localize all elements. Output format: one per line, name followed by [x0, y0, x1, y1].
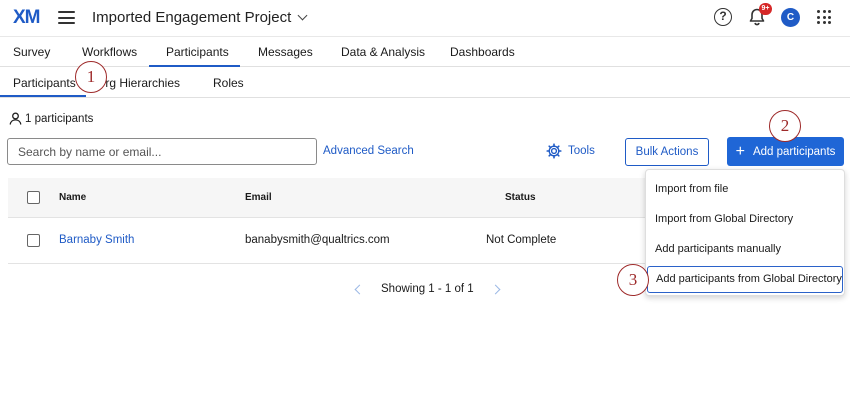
menu-item-import-from-file[interactable]: Import from file [646, 174, 844, 204]
search-input[interactable] [7, 138, 317, 165]
person-icon [9, 112, 22, 125]
tools-button[interactable]: Tools [546, 143, 595, 159]
subtab-org-hierarchies[interactable]: Org Hierarchies [96, 76, 180, 90]
advanced-search-link[interactable]: Advanced Search [323, 145, 414, 157]
project-selector[interactable]: Imported Engagement Project [92, 9, 308, 26]
participant-status: Not Complete [486, 234, 557, 246]
plus-icon: + [735, 142, 745, 160]
subtab-roles[interactable]: Roles [213, 76, 244, 90]
row-checkbox[interactable] [27, 234, 40, 247]
chevron-down-icon [297, 10, 308, 21]
bulk-actions-button[interactable]: Bulk Actions [625, 138, 709, 166]
active-subtab-indicator [0, 95, 86, 97]
tools-label: Tools [568, 145, 595, 157]
pagination: Showing 1 - 1 of 1 [354, 283, 501, 295]
pagination-text: Showing 1 - 1 of 1 [381, 283, 474, 295]
menu-icon[interactable] [58, 11, 75, 24]
callout-step-1: 1 [75, 61, 107, 93]
menu-item-import-from-global-directory[interactable]: Import from Global Directory [646, 204, 844, 234]
gear-icon [546, 143, 562, 159]
notification-badge: 9+ [759, 3, 772, 15]
participant-email: banabysmith@qualtrics.com [245, 234, 390, 246]
subtab-participants[interactable]: Participants [13, 76, 76, 90]
tab-participants[interactable]: Participants [166, 45, 229, 59]
callout-step-3: 3 [617, 264, 649, 296]
sub-tabs: Participants Org Hierarchies Roles [0, 67, 850, 98]
apps-grid-icon[interactable] [817, 10, 831, 24]
participant-name-link[interactable]: Barnaby Smith [59, 234, 134, 246]
avatar[interactable]: C [781, 8, 800, 27]
add-participants-menu: Import from file Import from Global Dire… [645, 169, 845, 296]
help-icon[interactable]: ? [714, 8, 732, 26]
select-all-checkbox[interactable] [27, 191, 40, 204]
tab-survey[interactable]: Survey [13, 45, 50, 59]
callout-step-2: 2 [769, 110, 801, 142]
participants-count-label: 1 participants [25, 112, 94, 125]
column-header-status[interactable]: Status [505, 192, 536, 203]
previous-page-icon[interactable] [354, 284, 365, 294]
add-participants-label: Add participants [752, 145, 836, 158]
menu-item-add-participants-manually[interactable]: Add participants manually [646, 234, 844, 264]
tab-data-analysis[interactable]: Data & Analysis [341, 45, 425, 59]
tab-messages[interactable]: Messages [258, 45, 313, 59]
tab-dashboards[interactable]: Dashboards [450, 45, 515, 59]
xm-logo: XM [13, 7, 40, 28]
next-page-icon[interactable] [490, 284, 501, 294]
column-header-email[interactable]: Email [245, 192, 272, 203]
column-header-name[interactable]: Name [59, 192, 86, 203]
participants-count: 1 participants [9, 112, 93, 125]
main-tabs: Survey Workflows Participants Messages D… [0, 36, 850, 67]
tab-workflows[interactable]: Workflows [82, 45, 137, 59]
project-title: Imported Engagement Project [92, 9, 292, 26]
menu-item-add-from-global-directory[interactable]: Add participants from Global Directory [647, 266, 843, 293]
